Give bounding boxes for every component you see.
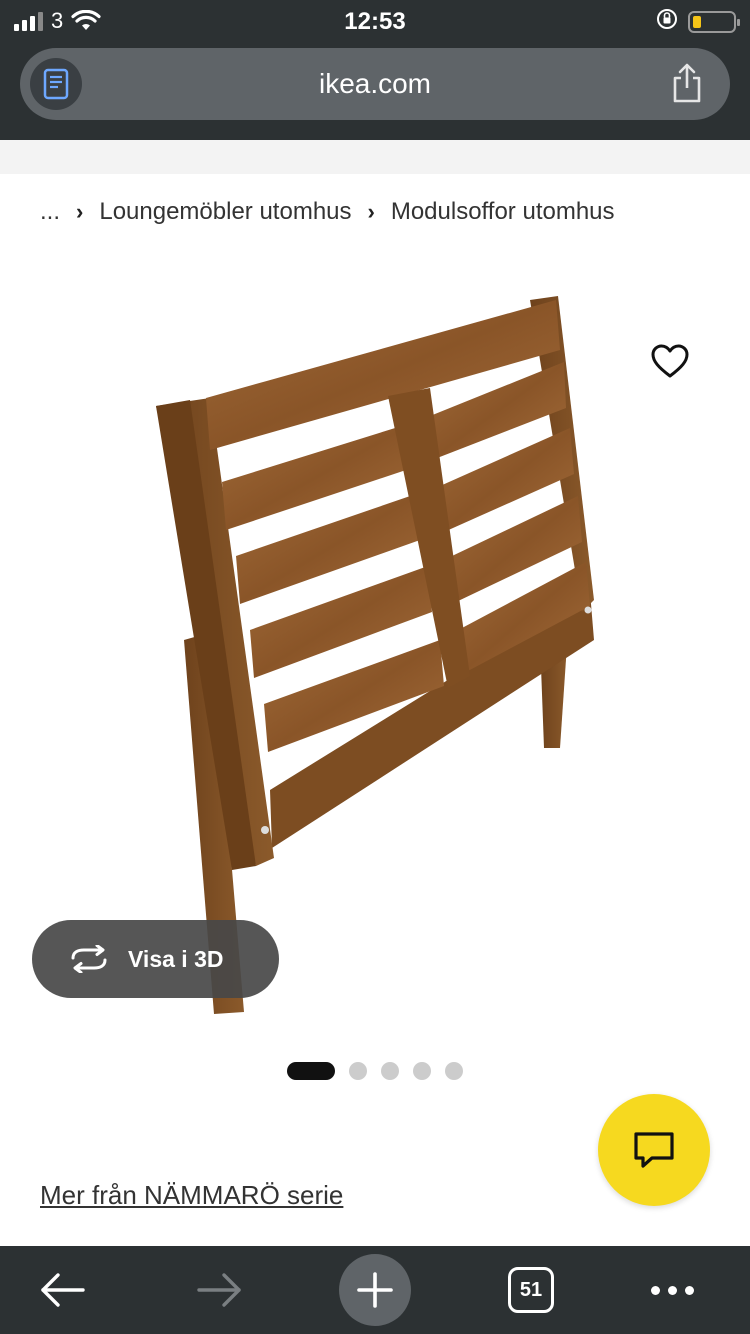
status-bar: 3 12:53 (0, 0, 750, 44)
back-arrow-icon (41, 1273, 85, 1307)
chat-icon (634, 1132, 674, 1168)
status-right (656, 8, 740, 35)
new-tab-circle (339, 1254, 411, 1326)
page-header-strip (0, 140, 750, 174)
chevron-right-icon: › (367, 199, 375, 224)
series-link[interactable]: Mer från NÄMMARÖ serie (40, 1180, 343, 1211)
breadcrumb: ... › Loungemöbler utomhus › Modulsoffor… (40, 198, 615, 226)
url-text[interactable]: ikea.com (20, 68, 730, 100)
gallery-pagination (287, 1062, 463, 1080)
breadcrumb-ellipsis[interactable]: ... (40, 198, 60, 226)
gallery-dot-2[interactable] (349, 1062, 367, 1080)
more-button[interactable] (644, 1246, 700, 1334)
gallery-dot-1[interactable] (287, 1062, 335, 1080)
browser-toolbar: 51 (0, 1246, 750, 1334)
breadcrumb-item-loungemobler[interactable]: Loungemöbler utomhus (99, 198, 351, 226)
view-in-3d-button[interactable]: Visa i 3D (32, 920, 279, 998)
chat-button[interactable] (598, 1094, 710, 1206)
gallery-dot-4[interactable] (413, 1062, 431, 1080)
chevron-right-icon: › (76, 199, 84, 224)
battery-icon (688, 10, 740, 33)
forward-arrow-icon (197, 1273, 241, 1307)
url-bar[interactable]: ikea.com (20, 48, 730, 120)
heart-icon (651, 344, 689, 378)
forward-button[interactable] (184, 1246, 254, 1334)
more-icon (667, 1285, 677, 1295)
favorite-button[interactable] (648, 340, 692, 384)
back-button[interactable] (28, 1246, 98, 1334)
share-button[interactable] (670, 62, 704, 109)
tab-count: 51 (508, 1267, 554, 1313)
plus-icon (357, 1272, 393, 1308)
gallery-dot-5[interactable] (445, 1062, 463, 1080)
breadcrumb-item-modulsoffor[interactable]: Modulsoffor utomhus (391, 198, 615, 226)
more-icon (650, 1285, 660, 1295)
share-icon (673, 63, 701, 103)
more-icon (684, 1285, 694, 1295)
tabs-button[interactable]: 51 (505, 1246, 557, 1334)
clock: 12:53 (344, 8, 406, 35)
rotate-3d-icon (71, 945, 107, 973)
new-tab-button[interactable] (339, 1246, 411, 1334)
browser-top-chrome: 3 12:53 ikea.com (0, 0, 750, 140)
view-in-3d-label: Visa i 3D (128, 945, 224, 972)
orientation-lock-icon (656, 8, 678, 35)
gallery-dot-3[interactable] (381, 1062, 399, 1080)
